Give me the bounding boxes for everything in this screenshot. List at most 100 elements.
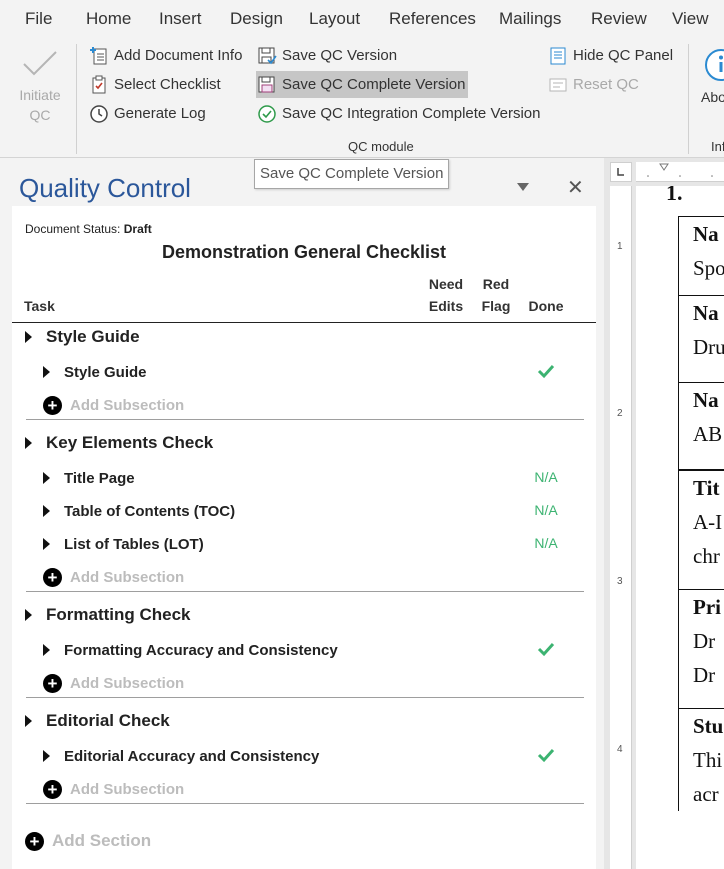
about-label: Abo <box>701 89 724 105</box>
section-divider <box>26 697 584 698</box>
cell-line: Dr <box>693 663 716 687</box>
caret-right-icon[interactable] <box>43 505 50 517</box>
column-task: Task <box>24 298 55 314</box>
cell-line: Pri <box>693 595 721 619</box>
document-status-value: Draft <box>123 222 152 236</box>
section-row[interactable]: Style Guide <box>25 326 140 348</box>
reset-icon <box>547 74 569 96</box>
tab-design[interactable]: Design <box>230 9 283 29</box>
caret-right-icon[interactable] <box>25 437 32 449</box>
add-subsection-label: Add Subsection <box>70 780 185 798</box>
done-checkmark-icon[interactable] <box>530 362 562 380</box>
tab-home[interactable]: Home <box>86 9 131 29</box>
save-qc-version-button[interactable]: Save QC Version <box>256 42 397 69</box>
reset-qc-button[interactable]: Reset QC <box>547 71 639 98</box>
add-subsection-button[interactable]: + Add Subsection <box>43 672 184 694</box>
about-button[interactable]: Abo <box>701 46 724 116</box>
done-status[interactable]: N/A <box>530 502 562 518</box>
table-cell: Tit A-I chr <box>679 469 724 573</box>
column-red-flag-line1: Red <box>482 276 510 292</box>
subsection-label: Editorial Accuracy and Consistency <box>64 747 320 765</box>
section-row[interactable]: Formatting Check <box>25 604 191 626</box>
ruler-number: 3 <box>617 576 623 587</box>
hide-qc-panel-label: Hide QC Panel <box>573 47 674 64</box>
save-qc-version-label: Save QC Version <box>282 47 398 64</box>
tab-insert[interactable]: Insert <box>159 9 202 29</box>
done-status[interactable]: N/A <box>530 469 562 485</box>
document-table: Na Spo Na Dru Na AB Tit A-I chr Pri Dr D… <box>678 216 724 811</box>
quality-control-pane: Quality Control ✕ Document Status: Draft… <box>0 158 604 869</box>
initiate-qc-label-1: Initiate <box>19 87 61 103</box>
select-checklist-icon <box>88 74 110 96</box>
tab-view[interactable]: View <box>672 9 709 29</box>
select-checklist-label: Select Checklist <box>114 76 221 93</box>
ruler-number: 4 <box>617 744 623 755</box>
done-checkmark-icon[interactable] <box>530 640 562 658</box>
ribbon-separator <box>688 44 689 154</box>
hide-qc-panel-button[interactable]: Hide QC Panel <box>547 42 673 69</box>
subsection-row[interactable]: Editorial Accuracy and Consistency <box>43 745 319 767</box>
caret-right-icon[interactable] <box>43 750 50 762</box>
add-document-info-label: Add Document Info <box>114 47 243 64</box>
subsection-row[interactable]: Title Page <box>43 467 135 489</box>
section-row[interactable]: Editorial Check <box>25 710 170 732</box>
save-complete-icon <box>256 74 278 96</box>
subsection-row[interactable]: Formatting Accuracy and Consistency <box>43 639 338 661</box>
caret-right-icon[interactable] <box>43 538 50 550</box>
save-qc-complete-version-button[interactable]: Save QC Complete Version <box>256 71 468 98</box>
tab-review[interactable]: Review <box>591 9 647 29</box>
caret-right-icon[interactable] <box>43 366 50 378</box>
tab-selector[interactable] <box>610 162 632 182</box>
cell-line: A-I <box>693 510 723 534</box>
document-page[interactable]: 1. Na Spo Na Dru Na AB Tit A-I chr Pri D… <box>636 186 724 869</box>
done-status[interactable]: N/A <box>530 535 562 551</box>
caret-right-icon[interactable] <box>43 472 50 484</box>
plus-circle-icon: + <box>43 779 62 799</box>
subsection-row[interactable]: List of Tables (LOT) <box>43 533 204 555</box>
caret-right-icon[interactable] <box>25 609 32 621</box>
add-subsection-label: Add Subsection <box>70 568 185 586</box>
column-red-flag-line2: Flag <box>481 298 511 314</box>
cell-line: Dru <box>693 335 724 359</box>
cell-line: Na <box>693 301 719 325</box>
add-subsection-button[interactable]: + Add Subsection <box>43 394 184 416</box>
pane-title: Quality Control <box>19 173 191 203</box>
section-label: Style Guide <box>46 327 140 346</box>
vertical-ruler[interactable]: 1 2 3 4 <box>610 186 632 869</box>
save-qc-integration-complete-version-button[interactable]: Save QC Integration Complete Version <box>256 100 540 127</box>
table-cell: Na AB <box>679 382 724 451</box>
caret-right-icon[interactable] <box>25 715 32 727</box>
chevron-down-icon[interactable] <box>517 182 529 192</box>
subsection-label: Formatting Accuracy and Consistency <box>64 641 338 659</box>
generate-log-button[interactable]: Generate Log <box>88 100 206 127</box>
subsection-row[interactable]: Table of Contents (TOC) <box>43 500 235 522</box>
hide-panel-icon <box>547 45 569 67</box>
add-subsection-button[interactable]: + Add Subsection <box>43 566 184 588</box>
tab-mailings[interactable]: Mailings <box>499 9 561 29</box>
add-subsection-button[interactable]: + Add Subsection <box>43 778 184 800</box>
tab-references[interactable]: References <box>389 9 476 29</box>
close-icon[interactable]: ✕ <box>567 175 584 200</box>
checklist-title: Demonstration General Checklist <box>161 242 447 262</box>
section-divider <box>26 419 584 420</box>
tab-layout[interactable]: Layout <box>309 9 360 29</box>
heading-number: 1. <box>666 186 683 205</box>
ribbon-tab-bar: File Home Insert Design Layout Reference… <box>0 0 724 38</box>
tab-file[interactable]: File <box>25 9 52 29</box>
subsection-label: Style Guide <box>64 363 147 381</box>
caret-right-icon[interactable] <box>43 644 50 656</box>
checkmark-icon <box>23 51 57 76</box>
done-checkmark-icon[interactable] <box>530 746 562 764</box>
ribbon-separator <box>76 44 77 154</box>
initiate-qc-button[interactable]: Initiate QC <box>10 48 70 125</box>
add-section-button[interactable]: + Add Section <box>25 829 151 853</box>
plus-circle-icon: + <box>43 673 62 693</box>
qc-module-group-label: QC module <box>348 139 414 154</box>
horizontal-ruler[interactable] <box>636 162 724 182</box>
caret-right-icon[interactable] <box>25 331 32 343</box>
select-checklist-button[interactable]: Select Checklist <box>88 71 221 98</box>
add-document-info-button[interactable]: Add Document Info <box>88 42 242 69</box>
plus-circle-icon: + <box>25 831 44 851</box>
section-row[interactable]: Key Elements Check <box>25 432 213 454</box>
subsection-row[interactable]: Style Guide <box>43 361 147 383</box>
